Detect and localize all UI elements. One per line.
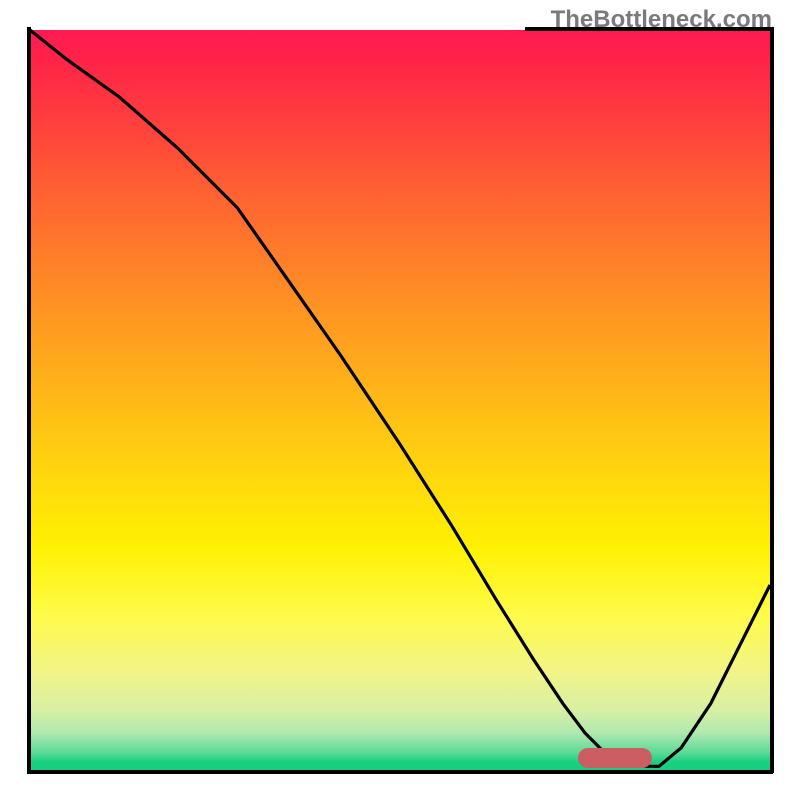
bottleneck-chart: TheBottleneck.com (0, 0, 800, 800)
axis-left (27, 27, 31, 773)
bottleneck-curve (30, 30, 770, 770)
curve-line (30, 30, 770, 766)
axis-bottom (27, 770, 773, 774)
axis-right (770, 27, 774, 773)
watermark-label: TheBottleneck.com (551, 6, 772, 34)
optimal-marker (578, 748, 652, 768)
